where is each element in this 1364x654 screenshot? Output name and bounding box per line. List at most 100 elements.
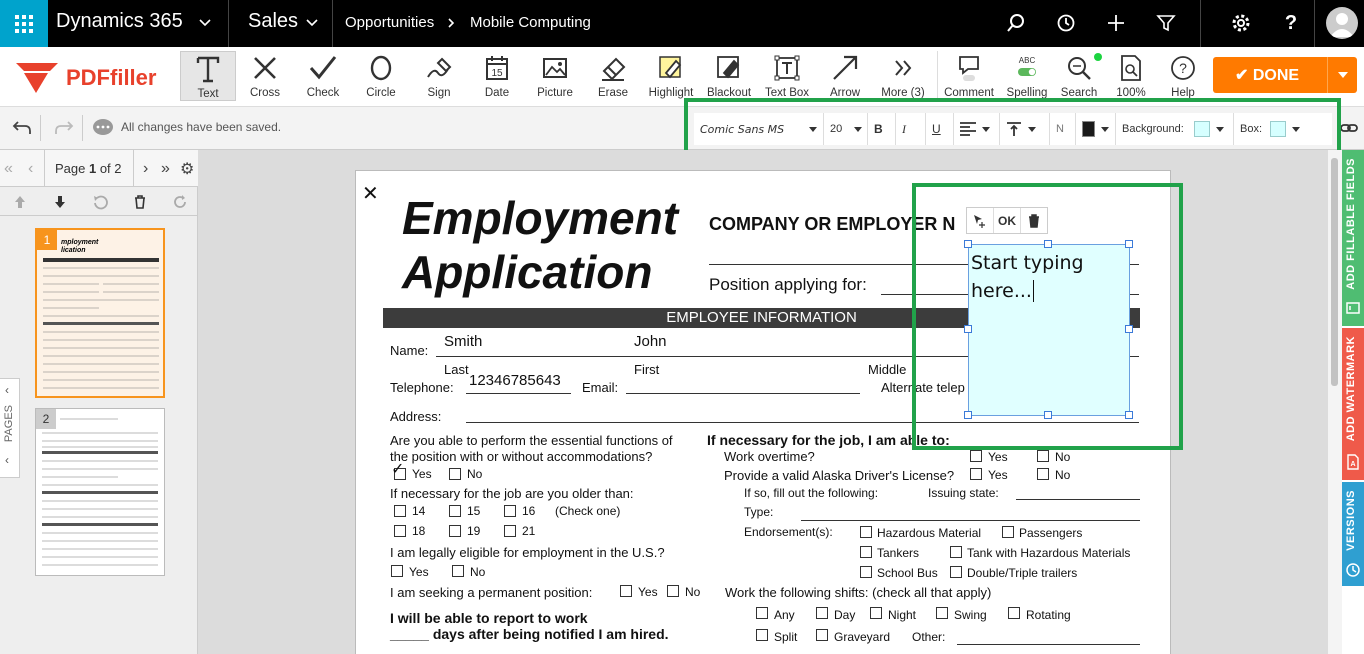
tool-picture[interactable]: Picture xyxy=(528,51,582,101)
chevron-down-icon[interactable] xyxy=(198,16,212,30)
scrollbar-thumb[interactable] xyxy=(1331,158,1338,386)
breadcrumb-record[interactable]: Mobile Computing xyxy=(470,14,591,31)
blackout-icon xyxy=(717,56,740,79)
last-page-icon[interactable]: » xyxy=(161,160,170,178)
help-icon[interactable]: ? xyxy=(1280,12,1302,34)
age-checkbox[interactable] xyxy=(394,525,406,537)
redo-icon[interactable] xyxy=(54,119,74,137)
shift-checkbox[interactable] xyxy=(870,607,882,619)
no-checkbox[interactable] xyxy=(667,585,679,597)
shift-checkbox[interactable] xyxy=(816,607,828,619)
app-name[interactable]: Dynamics 365 xyxy=(56,10,183,33)
tool-label: Text xyxy=(197,88,219,100)
address-label: Address: xyxy=(390,409,442,424)
last-name-value[interactable]: Smith xyxy=(444,333,482,350)
checkbox-label: Yes xyxy=(638,585,658,599)
filter-icon[interactable] xyxy=(1155,12,1177,34)
close-icon[interactable]: ✕ xyxy=(362,181,379,206)
page-thumbnail-1[interactable]: 1 mployment lication xyxy=(35,228,165,398)
email-label: Email: xyxy=(582,380,619,395)
undo-icon[interactable] xyxy=(12,119,32,137)
age-checkbox[interactable] xyxy=(449,505,461,517)
move-up-icon[interactable] xyxy=(12,194,28,210)
tool-arrow[interactable]: Arrow xyxy=(818,51,872,101)
tool-date[interactable]: 15 Date xyxy=(470,51,524,101)
area-name[interactable]: Sales xyxy=(248,10,298,33)
no-checkbox[interactable] xyxy=(1037,450,1049,462)
first-name-value[interactable]: John xyxy=(634,333,667,350)
telephone-value[interactable]: 12346785643 xyxy=(469,372,561,389)
yes-checkbox[interactable] xyxy=(620,585,632,597)
link-icon[interactable] xyxy=(1340,121,1358,135)
settings-icon[interactable]: ⚙ xyxy=(180,159,194,179)
vertical-scrollbar[interactable] xyxy=(1328,150,1342,654)
question-text: Work overtime? xyxy=(724,449,815,464)
tool-comment[interactable]: Comment xyxy=(942,51,996,101)
add-fillable-fields-tab[interactable]: ADD FILLABLE FIELDS xyxy=(1342,150,1364,326)
breadcrumb-opportunities[interactable]: Opportunities xyxy=(345,14,434,31)
next-page-icon[interactable]: › xyxy=(143,160,148,178)
tool-check[interactable]: Check xyxy=(296,51,350,101)
yes-checkbox[interactable] xyxy=(970,468,982,480)
yes-checkbox[interactable] xyxy=(970,450,982,462)
prev-page-icon[interactable]: ‹ xyxy=(28,160,33,178)
endorsement-checkbox[interactable] xyxy=(950,546,962,558)
tool-textbox[interactable]: Text Box xyxy=(760,51,814,101)
tool-text[interactable]: Text xyxy=(180,51,236,101)
no-checkbox[interactable] xyxy=(1037,468,1049,480)
age-checkbox[interactable] xyxy=(394,505,406,517)
endorsement-checkbox[interactable] xyxy=(860,566,872,578)
rotate-icon[interactable] xyxy=(92,194,108,210)
trash-icon[interactable] xyxy=(132,194,148,210)
endorsement-checkbox[interactable] xyxy=(860,546,872,558)
page-indicator[interactable]: Page 1 of 2 xyxy=(44,150,134,187)
gear-icon[interactable] xyxy=(1230,12,1252,34)
checkbox-label: Yes xyxy=(988,468,1008,482)
tool-zoom[interactable]: 100% xyxy=(1104,51,1158,101)
add-icon[interactable] xyxy=(1105,12,1127,34)
age-checkbox[interactable] xyxy=(504,525,516,537)
avatar[interactable] xyxy=(1326,7,1358,39)
first-page-icon[interactable]: « xyxy=(4,160,13,178)
tool-erase[interactable]: Erase xyxy=(586,51,640,101)
endorsement-checkbox[interactable] xyxy=(950,566,962,578)
tool-circle[interactable]: Circle xyxy=(354,51,408,101)
recent-icon[interactable] xyxy=(1055,12,1077,34)
shift-checkbox[interactable] xyxy=(756,607,768,619)
no-checkbox[interactable] xyxy=(449,468,461,480)
yes-checkbox[interactable] xyxy=(391,565,403,577)
highlight-textbox xyxy=(912,183,1183,450)
shift-checkbox[interactable] xyxy=(816,629,828,641)
checkbox-label: Double/Triple trailers xyxy=(967,566,1078,580)
move-down-icon[interactable] xyxy=(52,194,68,210)
pages-tab[interactable]: ‹ PAGES ‹ xyxy=(0,378,20,478)
shift-checkbox[interactable] xyxy=(1008,607,1020,619)
tool-blackout[interactable]: Blackout xyxy=(702,51,756,101)
chevron-left-icon: ‹ xyxy=(5,383,9,397)
age-checkbox[interactable] xyxy=(449,525,461,537)
shift-checkbox[interactable] xyxy=(936,607,948,619)
done-button[interactable]: ✔ DONE xyxy=(1213,57,1357,93)
add-watermark-tab[interactable]: ADD WATERMARK A xyxy=(1342,328,1364,480)
search-icon[interactable] xyxy=(1005,12,1027,34)
app-launcher-icon[interactable] xyxy=(0,0,48,47)
done-dropdown-icon[interactable] xyxy=(1327,57,1357,93)
endorsement-checkbox[interactable] xyxy=(1002,526,1014,538)
page-thumbnail-2[interactable]: 2 xyxy=(35,408,165,576)
tool-more[interactable]: More (3) xyxy=(876,51,930,101)
no-checkbox[interactable] xyxy=(452,565,464,577)
tool-sign[interactable]: Sign xyxy=(412,51,466,101)
age-checkbox[interactable] xyxy=(504,505,516,517)
tool-search[interactable]: Search xyxy=(1052,51,1106,101)
checkbox-label: Hazardous Material xyxy=(877,526,982,540)
versions-tab[interactable]: VERSIONS xyxy=(1342,482,1364,586)
checkbox-label: Rotating xyxy=(1026,608,1071,622)
chevron-down-icon[interactable] xyxy=(305,16,319,30)
endorsement-checkbox[interactable] xyxy=(860,526,872,538)
refresh-icon[interactable] xyxy=(172,194,188,210)
tool-help[interactable]: ? Help xyxy=(1156,51,1210,101)
shift-checkbox[interactable] xyxy=(756,629,768,641)
tool-cross[interactable]: Cross xyxy=(238,51,292,101)
tool-spelling[interactable]: ABC Spelling xyxy=(1000,51,1054,101)
tool-highlight[interactable]: Highlight xyxy=(644,51,698,101)
